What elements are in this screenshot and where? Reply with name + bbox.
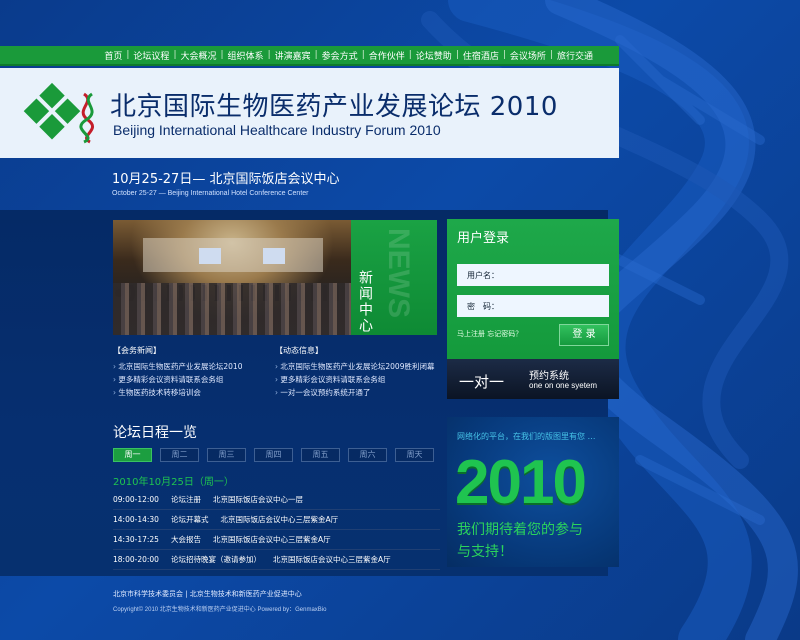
nav-item[interactable]: 大会概况 bbox=[180, 49, 216, 62]
row-time: 09:00-12:00 bbox=[113, 495, 159, 504]
news-center-tab[interactable]: NEWS 新闻中心 bbox=[351, 220, 437, 335]
row-activity: 论坛开幕式 bbox=[171, 515, 209, 524]
row-time: 14:30-17:25 bbox=[113, 535, 159, 544]
schedule-date: 2010年10月25日（周一） bbox=[113, 477, 234, 488]
row-place: 北京国际饭店会议中心三层紫金A厅 bbox=[213, 535, 331, 544]
nav-item[interactable]: 论坛议程 bbox=[133, 49, 169, 62]
nav-separator: | bbox=[173, 50, 177, 60]
footer-copyright: Copyright© 2010 北京生物技术和新医药产业促进中心 Powered… bbox=[113, 607, 327, 613]
schedule-title: 论坛日程一览 bbox=[113, 425, 197, 441]
promo-2010-banner: 网络化的平台，在我们的版图里有您 … 2010 我们期待着您的参与 与支持！ bbox=[447, 417, 619, 567]
tab-day-4[interactable]: 周四 bbox=[254, 448, 293, 462]
nav-separator: | bbox=[502, 50, 506, 60]
row-place: 北京国际饭店会议中心三层紫金A厅 bbox=[273, 555, 391, 564]
row-activity: 论坛注册 bbox=[171, 495, 201, 504]
nav-item[interactable]: 讲演嘉宾 bbox=[275, 49, 311, 62]
header-banner: 北京国际生物医药产业发展论坛 2010 Beijing Internationa… bbox=[0, 68, 619, 158]
tab-day-2[interactable]: 周二 bbox=[160, 448, 199, 462]
list-item[interactable]: 更多精彩会议资料请联系会务组 bbox=[113, 373, 278, 386]
news-ghost-text: NEWS bbox=[382, 228, 415, 318]
event-date-en: October 25-27 — Beijing International Ho… bbox=[112, 190, 309, 197]
row-activity: 论坛招待晚宴（邀请参加） bbox=[171, 555, 261, 564]
table-row: 14:30-17:25 大会报告 北京国际饭店会议中心三层紫金A厅 bbox=[113, 530, 440, 550]
nav-separator: | bbox=[361, 50, 365, 60]
promo-year: 2010 bbox=[455, 448, 587, 517]
tab-day-3[interactable]: 周三 bbox=[207, 448, 246, 462]
row-time: 14:00-14:30 bbox=[113, 515, 159, 524]
promo-tagline: 网络化的平台，在我们的版图里有您 … bbox=[457, 432, 596, 441]
one-on-one-en: one on one syetem bbox=[529, 381, 598, 390]
login-button[interactable]: 登 录 bbox=[559, 324, 609, 346]
one-on-one-big: 一对一 bbox=[459, 373, 505, 391]
row-place: 北京国际饭店会议中心一层 bbox=[213, 495, 303, 504]
password-field[interactable]: 密 码： bbox=[457, 295, 609, 317]
forum-logo-icon bbox=[23, 82, 94, 144]
username-field[interactable]: 用户名： bbox=[457, 264, 609, 286]
list-item[interactable]: 北京国际生物医药产业发展论坛2009胜利闭幕 bbox=[275, 360, 440, 373]
promo-line-2: 与支持！ bbox=[457, 544, 513, 560]
nav-separator: | bbox=[126, 50, 130, 60]
day-tabs: 周一 周二 周三 周四 周五 周六 周天 bbox=[113, 448, 434, 462]
schedule-table: 09:00-12:00 论坛注册 北京国际饭店会议中心一层 14:00-14:3… bbox=[113, 490, 440, 570]
table-row: 14:00-14:30 论坛开幕式 北京国际饭店会议中心三层紫金A厅 bbox=[113, 510, 440, 530]
nav-separator: | bbox=[220, 50, 224, 60]
list-item[interactable]: 一对一会议预约系统开通了 bbox=[275, 386, 440, 399]
nav-separator: | bbox=[314, 50, 318, 60]
table-row: 18:00-20:00 论坛招待晚宴（邀请参加） 北京国际饭店会议中心三层紫金A… bbox=[113, 550, 440, 570]
nav-item[interactable]: 组织体系 bbox=[228, 49, 264, 62]
nav-item[interactable]: 会议场所 bbox=[510, 49, 546, 62]
nav-item[interactable]: 论坛赞助 bbox=[416, 49, 452, 62]
one-on-one-cn: 预约系统 bbox=[529, 371, 569, 382]
tab-day-6[interactable]: 周六 bbox=[348, 448, 387, 462]
news-center-label: 新闻中心 bbox=[357, 270, 373, 334]
nav-separator: | bbox=[549, 50, 553, 60]
top-nav: 首页 | 论坛议程 | 大会概况 | 组织体系 | 讲演嘉宾 | 参会方式 | 合作伙伴 | 论坛赞助 | 住宿… bbox=[0, 46, 619, 66]
tab-day-1[interactable]: 周一 bbox=[113, 448, 152, 462]
promo-line-1: 我们期待着您的参与 bbox=[457, 522, 583, 538]
site-title-cn: 北京国际生物医药产业发展论坛 2010 bbox=[110, 92, 558, 122]
nav-item[interactable]: 参会方式 bbox=[322, 49, 358, 62]
event-date-cn: 10月25-27日— 北京国际饭店会议中心 bbox=[112, 172, 340, 187]
meeting-news-heading: 【会务新闻】 bbox=[113, 346, 161, 355]
register-forgot-links[interactable]: 马上注册 忘记密码？ bbox=[457, 329, 522, 339]
dynamic-news-heading: 【动态信息】 bbox=[275, 346, 323, 355]
nav-item[interactable]: 旅行交通 bbox=[557, 49, 593, 62]
table-row: 09:00-12:00 论坛注册 北京国际饭店会议中心一层 bbox=[113, 490, 440, 510]
footer-orgs: 北京市科学技术委员会 | 北京生物技术和新医药产业促进中心 bbox=[113, 590, 302, 598]
list-item[interactable]: 北京国际生物医药产业发展论坛2010 bbox=[113, 360, 278, 373]
nav-item[interactable]: 住宿酒店 bbox=[463, 49, 499, 62]
row-activity: 大会报告 bbox=[171, 535, 201, 544]
nav-item[interactable]: 首页 bbox=[104, 49, 122, 62]
tab-day-7[interactable]: 周天 bbox=[395, 448, 434, 462]
dynamic-news-list: 【动态信息】 北京国际生物医药产业发展论坛2009胜利闭幕 更多精彩会议资料请联… bbox=[275, 345, 440, 399]
username-label: 用户名： bbox=[467, 271, 499, 280]
list-item[interactable]: 生物医药技术转移培训会 bbox=[113, 386, 278, 399]
login-title: 用户登录 bbox=[457, 231, 510, 246]
tab-day-5[interactable]: 周五 bbox=[301, 448, 340, 462]
password-label: 密 码： bbox=[467, 302, 499, 311]
nav-separator: | bbox=[408, 50, 412, 60]
list-item[interactable]: 更多精彩会议资料请联系会务组 bbox=[275, 373, 440, 386]
login-panel: 用户登录 用户名： 密 码： 马上注册 忘记密码？ 登 录 bbox=[447, 219, 619, 359]
nav-item[interactable]: 合作伙伴 bbox=[369, 49, 405, 62]
nav-separator: | bbox=[267, 50, 271, 60]
row-time: 18:00-20:00 bbox=[113, 555, 159, 564]
row-place: 北京国际饭店会议中心三层紫金A厅 bbox=[220, 515, 339, 524]
news-conference-photo[interactable] bbox=[113, 220, 351, 335]
meeting-news-list: 【会务新闻】 北京国际生物医药产业发展论坛2010 更多精彩会议资料请联系会务组… bbox=[113, 345, 278, 399]
site-title-en: Beijing International Healthcare Industr… bbox=[113, 122, 441, 138]
one-on-one-banner[interactable]: 一对一 预约系统 one on one syetem bbox=[447, 359, 619, 399]
nav-separator: | bbox=[455, 50, 459, 60]
